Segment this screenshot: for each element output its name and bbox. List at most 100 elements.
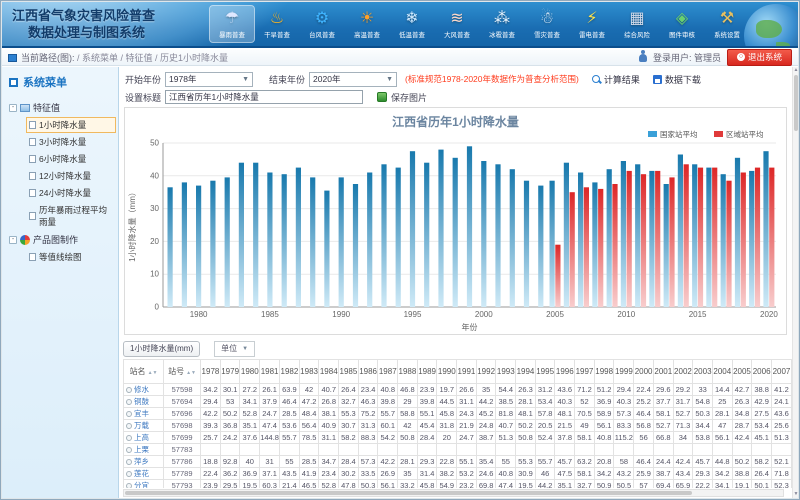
start-year-select[interactable]: 1978年▼ — [165, 72, 253, 87]
system-settings-icon: ⚒ — [705, 7, 749, 30]
sidebar-item[interactable]: 3小时降水量 — [26, 134, 116, 150]
value-cell: 55.7 — [378, 408, 398, 420]
sidebar-group-label: 产品图制作 — [33, 233, 78, 246]
value-cell: 34 — [673, 432, 693, 444]
logout-icon: ○ — [737, 53, 745, 61]
value-cell: 26.8 — [319, 396, 339, 408]
calc-result-button[interactable]: 计算结果 — [592, 73, 640, 86]
value-cell — [260, 444, 280, 456]
sidebar-item[interactable]: 历年暴雨过程平均雨量 — [26, 202, 116, 230]
station-name-link[interactable]: 上栗 — [124, 444, 164, 456]
sidebar-group-1[interactable]: - 产品图制作 — [2, 231, 118, 248]
scroll-down-arrow[interactable]: ▼ — [793, 491, 799, 498]
nav-map-review[interactable]: ◈图件审核 — [660, 6, 704, 42]
value-cell — [516, 444, 536, 456]
breadcrumb-bar: 当前路径(图): / 系统菜单 / 特征值 / 历史1小时降水量 登录用户: 管… — [2, 50, 798, 66]
value-cell: 56.4 — [299, 420, 319, 432]
scrollbar-thumb[interactable] — [125, 491, 692, 495]
value-cell: 58.1 — [653, 408, 673, 420]
station-name-link[interactable]: 莲花 — [124, 468, 164, 480]
nav-high-temp-survey[interactable]: ☀高温普查 — [345, 6, 389, 42]
value-cell: 29 — [398, 396, 418, 408]
nav-system-settings[interactable]: ⚒系统设置 — [705, 6, 749, 42]
expand-row-icon[interactable] — [126, 447, 132, 453]
sidebar-item[interactable]: 12小时降水量 — [26, 168, 116, 184]
nav-label: 低温普查 — [392, 30, 432, 39]
value-cell: 92.8 — [220, 456, 240, 468]
expand-row-icon[interactable] — [126, 411, 132, 417]
end-year-select[interactable]: 2020年▼ — [309, 72, 397, 87]
value-cell: 55.7 — [280, 432, 300, 444]
scrollbar-thumb[interactable] — [794, 75, 798, 131]
value-cell: 33.2 — [398, 480, 418, 489]
scroll-up-arrow[interactable]: ▲ — [793, 67, 799, 74]
value-cell: 48.1 — [516, 408, 536, 420]
nav-drought-survey[interactable]: ♨干旱普查 — [255, 6, 299, 42]
value-cell: 37.6 — [240, 432, 260, 444]
sidebar-group-0[interactable]: -特征值 — [2, 99, 118, 116]
typhoon-survey-icon: ⚙ — [300, 7, 344, 30]
expand-row-icon[interactable] — [126, 435, 132, 441]
station-name-link[interactable]: 修水 — [124, 384, 164, 396]
station-name-link[interactable]: 宜丰 — [124, 408, 164, 420]
value-cell: 56.8 — [634, 420, 654, 432]
station-name-link[interactable]: 铜鼓 — [124, 396, 164, 408]
station-id-cell: 57783 — [164, 444, 201, 456]
station-name-link[interactable]: 上高 — [124, 432, 164, 444]
table-type-button[interactable]: 1小时降水量(mm) — [123, 341, 200, 357]
nav-typhoon-survey[interactable]: ⚙台风普查 — [300, 6, 344, 42]
chart-title-input[interactable]: 江西省历年1小时降水量 — [165, 90, 363, 104]
expand-row-icon[interactable] — [126, 399, 132, 405]
value-cell: 31.4 — [417, 468, 437, 480]
expand-row-icon[interactable] — [126, 423, 132, 429]
nav-wind-survey[interactable]: ≋大风普查 — [435, 6, 479, 42]
sidebar-item[interactable]: 1小时降水量 — [26, 117, 116, 133]
value-cell: 43.5 — [280, 468, 300, 480]
data-download-button[interactable]: 数据下载 — [653, 73, 701, 86]
value-cell: 40.8 — [378, 384, 398, 396]
value-cell: 34.2 — [712, 468, 732, 480]
expand-row-icon[interactable] — [126, 483, 132, 488]
value-cell: 24.7 — [260, 408, 280, 420]
sidebar-item[interactable]: 等值线绘图 — [26, 249, 116, 265]
breadcrumb[interactable]: / 系统菜单 / 特征值 / 历史1小时降水量 — [77, 51, 228, 64]
nav-low-temp-survey[interactable]: ❄低温普查 — [390, 6, 434, 42]
nav-snow-survey[interactable]: ☃雪灾普查 — [525, 6, 569, 42]
nav-rainstorm-survey[interactable]: ☂暴雨普查 — [210, 6, 254, 42]
value-cell: 26.6 — [457, 384, 477, 396]
unit-filter-select[interactable]: 单位 ▼ — [214, 341, 255, 357]
value-cell — [240, 444, 260, 456]
table-row: 宜丰5769642.250.252.824.728.548.438.155.37… — [124, 408, 792, 420]
nav-hail-survey[interactable]: ⁂冰雹普查 — [480, 6, 524, 42]
value-cell: 37.1 — [260, 468, 280, 480]
nav-lightning-survey[interactable]: ⚡雷电普查 — [570, 6, 614, 42]
sidebar-item[interactable]: 6小时降水量 — [26, 151, 116, 167]
vertical-scrollbar[interactable]: ▲ ▼ — [792, 67, 798, 498]
station-id-header[interactable]: 站号▲▼ — [164, 360, 201, 384]
value-cell: 40.3 — [555, 396, 575, 408]
year-column-header: 1981 — [260, 360, 280, 384]
station-id-cell: 57699 — [164, 432, 201, 444]
value-cell — [634, 444, 654, 456]
value-cell: 25.7 — [201, 432, 221, 444]
expand-row-icon[interactable] — [126, 387, 132, 393]
value-cell: 36.9 — [594, 396, 614, 408]
value-cell: 22.2 — [693, 480, 713, 489]
collapse-icon[interactable]: - — [9, 104, 17, 112]
save-image-button[interactable]: 保存图片 — [391, 91, 427, 104]
station-name-header[interactable]: 站名▲▼ — [124, 360, 164, 384]
horizontal-scrollbar[interactable] — [123, 489, 784, 497]
value-cell — [437, 444, 457, 456]
sidebar-item[interactable]: 24小时降水量 — [26, 185, 116, 201]
value-cell: 40.3 — [614, 396, 634, 408]
expand-row-icon[interactable] — [126, 459, 132, 465]
logout-button[interactable]: ○ 退出系统 — [727, 49, 792, 66]
value-cell: 47.4 — [496, 480, 516, 489]
nav-comprehensive-risk[interactable]: ▦综合风险 — [615, 6, 659, 42]
value-cell: 35.1 — [240, 420, 260, 432]
expand-row-icon[interactable] — [126, 471, 132, 477]
station-name-link[interactable]: 萍乡 — [124, 456, 164, 468]
collapse-icon[interactable]: - — [9, 236, 17, 244]
station-name-link[interactable]: 分宜 — [124, 480, 164, 489]
station-name-link[interactable]: 万载 — [124, 420, 164, 432]
